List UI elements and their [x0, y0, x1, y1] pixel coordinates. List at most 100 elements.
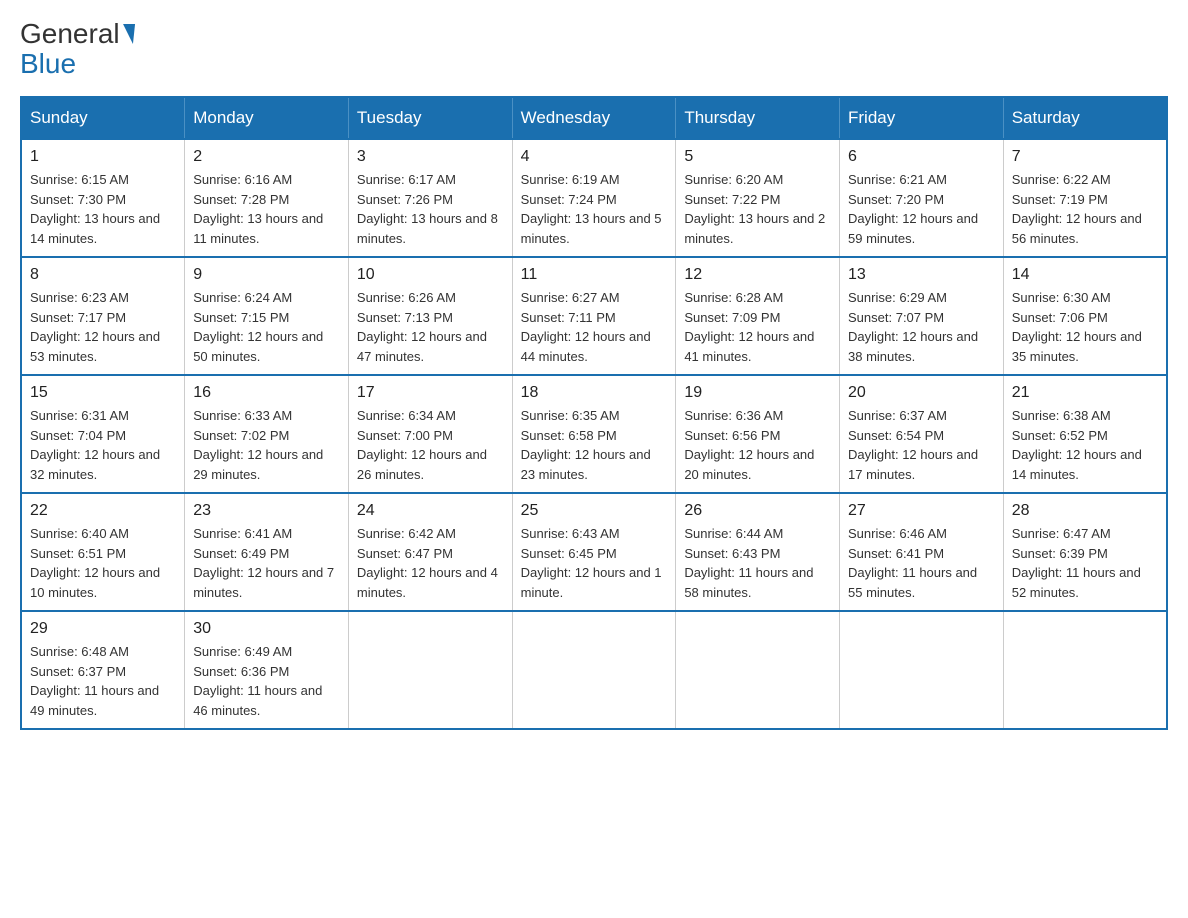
calendar-day-cell: 27 Sunrise: 6:46 AM Sunset: 6:41 PM Dayl… [840, 493, 1004, 611]
day-info: Sunrise: 6:22 AM Sunset: 7:19 PM Dayligh… [1012, 170, 1158, 248]
calendar-day-cell: 23 Sunrise: 6:41 AM Sunset: 6:49 PM Dayl… [185, 493, 349, 611]
day-number: 4 [521, 148, 668, 166]
calendar-day-cell: 24 Sunrise: 6:42 AM Sunset: 6:47 PM Dayl… [348, 493, 512, 611]
day-info: Sunrise: 6:47 AM Sunset: 6:39 PM Dayligh… [1012, 524, 1158, 602]
calendar-day-cell: 18 Sunrise: 6:35 AM Sunset: 6:58 PM Dayl… [512, 375, 676, 493]
day-info: Sunrise: 6:33 AM Sunset: 7:02 PM Dayligh… [193, 406, 340, 484]
day-number: 27 [848, 502, 995, 520]
calendar-header-thursday: Thursday [676, 97, 840, 139]
day-number: 1 [30, 148, 176, 166]
calendar-week-row: 29 Sunrise: 6:48 AM Sunset: 6:37 PM Dayl… [21, 611, 1167, 729]
day-info: Sunrise: 6:27 AM Sunset: 7:11 PM Dayligh… [521, 288, 668, 366]
day-info: Sunrise: 6:15 AM Sunset: 7:30 PM Dayligh… [30, 170, 176, 248]
calendar-day-cell: 6 Sunrise: 6:21 AM Sunset: 7:20 PM Dayli… [840, 139, 1004, 257]
day-number: 2 [193, 148, 340, 166]
day-number: 28 [1012, 502, 1158, 520]
calendar-day-cell: 8 Sunrise: 6:23 AM Sunset: 7:17 PM Dayli… [21, 257, 185, 375]
day-info: Sunrise: 6:24 AM Sunset: 7:15 PM Dayligh… [193, 288, 340, 366]
calendar-day-cell: 7 Sunrise: 6:22 AM Sunset: 7:19 PM Dayli… [1003, 139, 1167, 257]
logo-chevron-icon [121, 24, 135, 44]
day-info: Sunrise: 6:17 AM Sunset: 7:26 PM Dayligh… [357, 170, 504, 248]
calendar-day-cell: 29 Sunrise: 6:48 AM Sunset: 6:37 PM Dayl… [21, 611, 185, 729]
logo-blue-row: Blue [20, 48, 76, 80]
calendar-week-row: 1 Sunrise: 6:15 AM Sunset: 7:30 PM Dayli… [21, 139, 1167, 257]
calendar-day-cell: 17 Sunrise: 6:34 AM Sunset: 7:00 PM Dayl… [348, 375, 512, 493]
day-info: Sunrise: 6:23 AM Sunset: 7:17 PM Dayligh… [30, 288, 176, 366]
calendar-day-cell: 2 Sunrise: 6:16 AM Sunset: 7:28 PM Dayli… [185, 139, 349, 257]
day-number: 11 [521, 266, 668, 284]
day-number: 29 [30, 620, 176, 638]
day-number: 22 [30, 502, 176, 520]
day-info: Sunrise: 6:40 AM Sunset: 6:51 PM Dayligh… [30, 524, 176, 602]
calendar-header-monday: Monday [185, 97, 349, 139]
day-info: Sunrise: 6:38 AM Sunset: 6:52 PM Dayligh… [1012, 406, 1158, 484]
day-number: 21 [1012, 384, 1158, 402]
day-number: 7 [1012, 148, 1158, 166]
day-info: Sunrise: 6:30 AM Sunset: 7:06 PM Dayligh… [1012, 288, 1158, 366]
day-number: 3 [357, 148, 504, 166]
day-info: Sunrise: 6:34 AM Sunset: 7:00 PM Dayligh… [357, 406, 504, 484]
calendar-day-cell: 5 Sunrise: 6:20 AM Sunset: 7:22 PM Dayli… [676, 139, 840, 257]
day-info: Sunrise: 6:19 AM Sunset: 7:24 PM Dayligh… [521, 170, 668, 248]
calendar-table: SundayMondayTuesdayWednesdayThursdayFrid… [20, 96, 1168, 730]
calendar-day-cell: 16 Sunrise: 6:33 AM Sunset: 7:02 PM Dayl… [185, 375, 349, 493]
day-number: 15 [30, 384, 176, 402]
calendar-day-cell: 4 Sunrise: 6:19 AM Sunset: 7:24 PM Dayli… [512, 139, 676, 257]
day-info: Sunrise: 6:49 AM Sunset: 6:36 PM Dayligh… [193, 642, 340, 720]
calendar-day-cell [840, 611, 1004, 729]
calendar-day-cell: 10 Sunrise: 6:26 AM Sunset: 7:13 PM Dayl… [348, 257, 512, 375]
day-number: 8 [30, 266, 176, 284]
day-info: Sunrise: 6:28 AM Sunset: 7:09 PM Dayligh… [684, 288, 831, 366]
day-number: 16 [193, 384, 340, 402]
calendar-day-cell [512, 611, 676, 729]
day-info: Sunrise: 6:36 AM Sunset: 6:56 PM Dayligh… [684, 406, 831, 484]
day-number: 19 [684, 384, 831, 402]
calendar-day-cell: 21 Sunrise: 6:38 AM Sunset: 6:52 PM Dayl… [1003, 375, 1167, 493]
calendar-day-cell: 11 Sunrise: 6:27 AM Sunset: 7:11 PM Dayl… [512, 257, 676, 375]
day-number: 25 [521, 502, 668, 520]
calendar-day-cell: 9 Sunrise: 6:24 AM Sunset: 7:15 PM Dayli… [185, 257, 349, 375]
calendar-week-row: 22 Sunrise: 6:40 AM Sunset: 6:51 PM Dayl… [21, 493, 1167, 611]
calendar-day-cell: 30 Sunrise: 6:49 AM Sunset: 6:36 PM Dayl… [185, 611, 349, 729]
day-info: Sunrise: 6:37 AM Sunset: 6:54 PM Dayligh… [848, 406, 995, 484]
day-number: 5 [684, 148, 831, 166]
day-info: Sunrise: 6:48 AM Sunset: 6:37 PM Dayligh… [30, 642, 176, 720]
day-info: Sunrise: 6:26 AM Sunset: 7:13 PM Dayligh… [357, 288, 504, 366]
calendar-week-row: 8 Sunrise: 6:23 AM Sunset: 7:17 PM Dayli… [21, 257, 1167, 375]
day-info: Sunrise: 6:16 AM Sunset: 7:28 PM Dayligh… [193, 170, 340, 248]
calendar-week-row: 15 Sunrise: 6:31 AM Sunset: 7:04 PM Dayl… [21, 375, 1167, 493]
calendar-day-cell: 22 Sunrise: 6:40 AM Sunset: 6:51 PM Dayl… [21, 493, 185, 611]
day-number: 26 [684, 502, 831, 520]
page-header: General Blue [20, 20, 1168, 80]
calendar-day-cell: 20 Sunrise: 6:37 AM Sunset: 6:54 PM Dayl… [840, 375, 1004, 493]
calendar-day-cell: 15 Sunrise: 6:31 AM Sunset: 7:04 PM Dayl… [21, 375, 185, 493]
calendar-header-saturday: Saturday [1003, 97, 1167, 139]
day-info: Sunrise: 6:46 AM Sunset: 6:41 PM Dayligh… [848, 524, 995, 602]
day-number: 12 [684, 266, 831, 284]
day-number: 20 [848, 384, 995, 402]
day-info: Sunrise: 6:29 AM Sunset: 7:07 PM Dayligh… [848, 288, 995, 366]
calendar-header-wednesday: Wednesday [512, 97, 676, 139]
logo-blue-label: Blue [20, 48, 76, 79]
day-info: Sunrise: 6:44 AM Sunset: 6:43 PM Dayligh… [684, 524, 831, 602]
day-info: Sunrise: 6:41 AM Sunset: 6:49 PM Dayligh… [193, 524, 340, 602]
logo-row: General [20, 20, 134, 48]
calendar-header-friday: Friday [840, 97, 1004, 139]
day-info: Sunrise: 6:35 AM Sunset: 6:58 PM Dayligh… [521, 406, 668, 484]
calendar-header-sunday: Sunday [21, 97, 185, 139]
day-number: 17 [357, 384, 504, 402]
calendar-day-cell: 25 Sunrise: 6:43 AM Sunset: 6:45 PM Dayl… [512, 493, 676, 611]
calendar-header-row: SundayMondayTuesdayWednesdayThursdayFrid… [21, 97, 1167, 139]
day-number: 10 [357, 266, 504, 284]
calendar-day-cell: 13 Sunrise: 6:29 AM Sunset: 7:07 PM Dayl… [840, 257, 1004, 375]
calendar-day-cell: 1 Sunrise: 6:15 AM Sunset: 7:30 PM Dayli… [21, 139, 185, 257]
day-number: 24 [357, 502, 504, 520]
calendar-day-cell: 28 Sunrise: 6:47 AM Sunset: 6:39 PM Dayl… [1003, 493, 1167, 611]
day-number: 9 [193, 266, 340, 284]
day-number: 30 [193, 620, 340, 638]
calendar-day-cell [1003, 611, 1167, 729]
day-info: Sunrise: 6:42 AM Sunset: 6:47 PM Dayligh… [357, 524, 504, 602]
day-number: 13 [848, 266, 995, 284]
calendar-day-cell: 26 Sunrise: 6:44 AM Sunset: 6:43 PM Dayl… [676, 493, 840, 611]
calendar-day-cell: 12 Sunrise: 6:28 AM Sunset: 7:09 PM Dayl… [676, 257, 840, 375]
